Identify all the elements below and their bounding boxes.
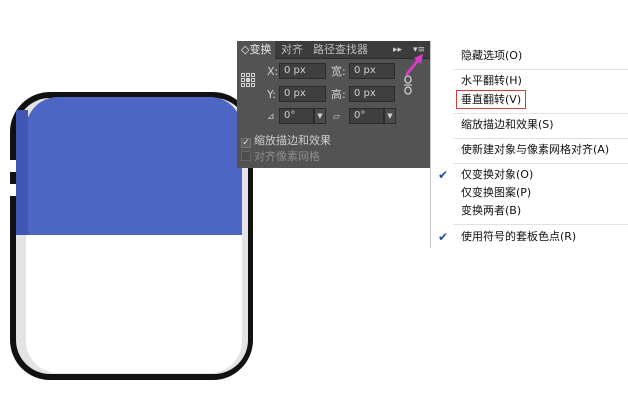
constrain-proportions-icon[interactable] — [403, 75, 413, 95]
y-field[interactable]: 0 px — [279, 86, 326, 102]
tab-align[interactable]: 对齐 — [277, 41, 307, 59]
menu-divider — [453, 69, 628, 70]
menu-divider — [453, 113, 628, 114]
reference-point-icon[interactable] — [241, 73, 255, 87]
rotate-dropdown[interactable]: ▼ — [314, 108, 326, 124]
transform-panel: ◇变换 对齐 路径查找器 ▸▸ ▾≡ X: 0 px Y: 0 px 宽: 0 … — [237, 41, 431, 168]
menu-divider — [453, 138, 628, 139]
shear-icon: ▱ — [333, 112, 340, 122]
menu-item-hide-options[interactable]: 隐藏选项(O) — [431, 47, 628, 65]
x-label: X: — [267, 65, 279, 78]
menu-divider — [453, 163, 628, 164]
icon-body — [26, 235, 242, 373]
menu-item-transform-both[interactable]: 变换两者(B) — [431, 202, 628, 220]
align-pixel-grid-checkbox[interactable] — [241, 151, 251, 161]
menu-item-transform-object-only[interactable]: 仅变换对象(O) — [431, 166, 628, 184]
annotation-arrow-icon — [405, 54, 423, 76]
scale-strokes-option[interactable]: ✓ 缩放描边和效果 — [241, 133, 331, 148]
shear-dropdown[interactable]: ▼ — [384, 108, 396, 124]
menu-item-transform-pattern-only[interactable]: 仅变换图案(P) — [431, 184, 628, 202]
rotate-icon: ⊿ — [267, 112, 275, 122]
panel-tab-bar: ◇变换 对齐 路径查找器 ▸▸ ▾≡ — [237, 41, 431, 59]
tab-pathfinder[interactable]: 路径查找器 — [309, 41, 372, 59]
x-field[interactable]: 0 px — [279, 63, 326, 79]
menu-item-flip-horizontal[interactable]: 水平翻转(H) — [431, 72, 628, 90]
menu-item-scale-strokes[interactable]: 缩放描边和效果(S) — [431, 116, 628, 134]
width-label: 宽: — [331, 65, 346, 78]
rounded-square-illustration — [8, 92, 253, 380]
tab-transform[interactable]: ◇变换 — [237, 41, 276, 59]
shear-field[interactable]: 0° — [349, 108, 384, 124]
y-label: Y: — [267, 88, 276, 101]
menu-item-use-registration-point[interactable]: 使用符号的套板色点(R) — [431, 228, 628, 246]
scale-strokes-label: 缩放描边和效果 — [254, 134, 331, 147]
height-label: 高: — [331, 88, 346, 101]
panel-collapse-arrows[interactable]: ▸▸ — [393, 41, 402, 59]
menu-item-align-pixel-grid[interactable]: 使新建对象与像素网格对齐(A) — [431, 141, 628, 159]
scale-strokes-checkbox[interactable]: ✓ — [241, 138, 251, 148]
menu-divider — [453, 224, 628, 225]
height-field[interactable]: 0 px — [349, 86, 395, 102]
highlight-box — [456, 90, 526, 109]
width-field[interactable]: 0 px — [349, 63, 395, 79]
rotate-field[interactable]: 0° — [279, 108, 314, 124]
align-pixel-grid-option[interactable]: 对齐像素网格 — [241, 149, 320, 164]
align-pixel-grid-label: 对齐像素网格 — [254, 150, 320, 163]
icon-top-band — [26, 97, 242, 235]
panel-flyout-menu: 隐藏选项(O) 水平翻转(H) 垂直翻转(V) 缩放描边和效果(S) 使新建对象… — [430, 41, 628, 248]
